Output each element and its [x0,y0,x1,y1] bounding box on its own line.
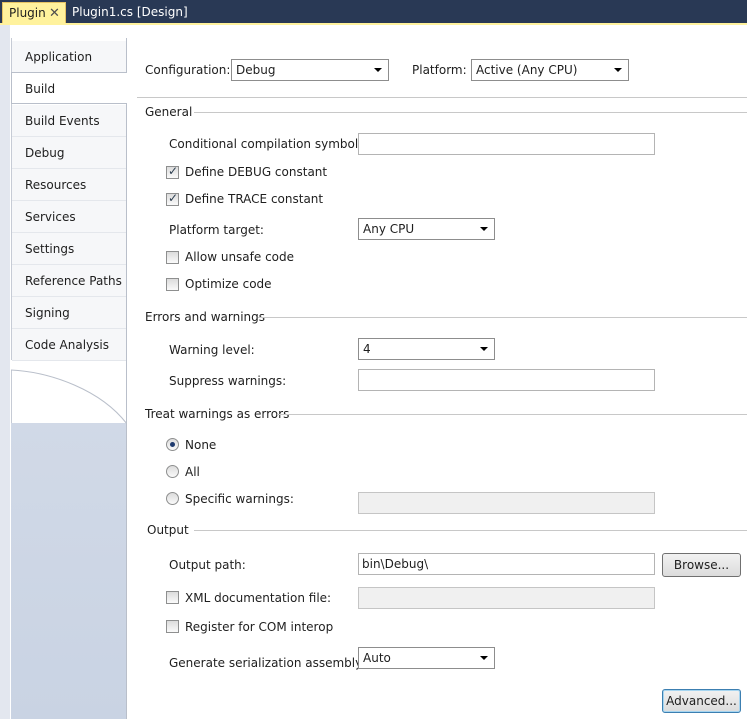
suppress-warnings-input[interactable] [358,369,655,391]
browse-button[interactable]: Browse... [662,553,741,577]
nav-item-signing[interactable]: Signing [12,297,126,329]
define-debug-checkbox[interactable]: ✓ [166,164,179,179]
treat-specific-radio[interactable] [166,492,179,505]
nav-item-label: Build Events [25,114,100,128]
errors-divider [258,317,747,318]
nav-item-application[interactable]: Application [12,41,126,73]
serialization-value: Auto [363,651,391,665]
nav-item-label: Debug [25,146,65,160]
panel-left-margin [0,25,10,719]
define-trace-label: Define TRACE constant [185,192,324,206]
platform-target-select[interactable]: Any CPU [358,218,495,240]
treat-specific-label: Specific warnings: [185,492,294,506]
nav-item-code-analysis[interactable]: Code Analysis [12,329,126,361]
platform-label: Platform: [412,63,467,77]
configuration-label: Configuration: [145,63,231,77]
treat-divider [277,414,747,415]
nav-item-resources[interactable]: Resources [12,169,126,201]
nav-item-reference-paths[interactable]: Reference Paths [12,265,126,297]
radio-selected-dot [170,442,175,447]
cond-symbols-label: Conditional compilation symbols: [169,137,369,151]
nav-content-separator [126,38,127,719]
configuration-value: Debug [236,63,276,77]
optimize-checkbox[interactable] [166,278,179,291]
serialization-select[interactable]: Auto [358,647,495,669]
nav-item-build-events[interactable]: Build Events [12,105,126,137]
nav-item-settings[interactable]: Settings [12,233,126,265]
xml-doc-checkbox[interactable] [166,591,179,604]
nav-item-label: Resources [25,178,87,192]
tab-plugin1-design-label: Plugin1.cs [Design] [72,5,188,19]
general-section-title: General [145,105,193,119]
nav-item-label: Services [25,210,76,224]
serialization-label: Generate serialization assembly: [169,656,366,670]
treat-section-title: Treat warnings as errors [145,407,290,421]
document-tab-strip: Plugin ✕ Plugin1.cs [Design] [0,0,747,24]
nav-curve-decoration [11,360,127,424]
specific-warnings-input[interactable] [358,492,655,514]
close-icon[interactable]: ✕ [49,3,60,24]
chevron-down-icon [374,68,382,72]
config-divider [137,97,747,98]
tab-plugin[interactable]: Plugin ✕ [2,2,66,24]
xml-doc-label: XML documentation file: [185,591,332,605]
errors-section-title: Errors and warnings [145,310,266,324]
chevron-down-icon [480,227,488,231]
check-icon: ✓ [168,191,179,205]
chevron-down-icon [614,68,622,72]
nav-item-label: Code Analysis [25,338,109,352]
nav-item-services[interactable]: Services [12,201,126,233]
suppress-warnings-label: Suppress warnings: [169,374,287,388]
nav-item-label: Application [25,50,93,64]
treat-none-label: None [185,438,217,452]
tab-plugin-label: Plugin [9,6,46,20]
output-path-label: Output path: [169,558,246,572]
nav-item-label: Signing [25,306,70,320]
nav-item-label: Build [25,82,56,96]
optimize-label: Optimize code [185,277,272,291]
chevron-down-icon [480,347,488,351]
platform-select[interactable]: Active (Any CPU) [471,59,629,81]
tab-plugin1-design[interactable]: Plugin1.cs [Design] [66,2,194,24]
com-interop-label: Register for COM interop [185,620,334,634]
configuration-select[interactable]: Debug [231,59,389,81]
warning-level-value: 4 [363,342,371,356]
warning-level-label: Warning level: [169,343,255,357]
treat-all-radio[interactable] [166,465,179,478]
com-interop-checkbox[interactable] [166,620,179,633]
platform-value: Active (Any CPU) [476,63,578,77]
xml-doc-input[interactable] [358,587,655,609]
nav-item-label: Reference Paths [25,274,122,288]
nav-item-label: Settings [25,242,75,256]
cond-symbols-input[interactable] [358,133,655,155]
platform-target-value: Any CPU [363,222,415,236]
treat-none-radio[interactable] [166,438,179,451]
define-debug-label: Define DEBUG constant [185,165,328,179]
platform-target-label: Platform target: [169,223,264,237]
general-divider [194,112,747,113]
output-divider [194,530,747,531]
allow-unsafe-checkbox[interactable] [166,251,179,264]
treat-all-label: All [185,465,200,479]
project-properties-panel: Application Build Build Events Debug Res… [0,25,747,719]
check-icon: ✓ [168,164,179,178]
advanced-button[interactable]: Advanced... [662,689,741,713]
define-trace-checkbox[interactable]: ✓ [166,191,179,206]
nav-item-build[interactable]: Build [11,72,127,104]
output-path-input[interactable]: bin\Debug\ [358,553,655,575]
chevron-down-icon [480,656,488,660]
output-section-title: Output [147,523,189,537]
warning-level-select[interactable]: 4 [358,338,495,360]
nav-item-debug[interactable]: Debug [12,137,126,169]
allow-unsafe-label: Allow unsafe code [185,250,295,264]
